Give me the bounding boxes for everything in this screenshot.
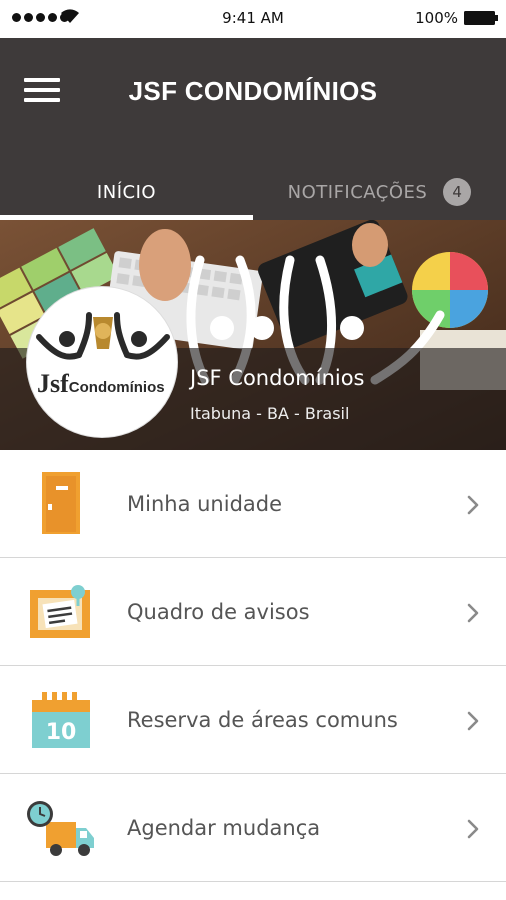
menu-item-label: Agendar mudança xyxy=(127,816,321,840)
menu-item-label: Reserva de áreas comuns xyxy=(127,708,398,732)
condo-logo: JsfCondomínios xyxy=(26,286,178,438)
logo-figures-icon xyxy=(36,312,170,360)
calendar-day-text: 10 xyxy=(46,720,77,745)
tab-inicio[interactable]: INÍCIO xyxy=(0,170,253,220)
moving-truck-icon xyxy=(27,801,94,856)
main-menu-list: Minha unidade Quadro de avisos 10 Reserv… xyxy=(0,450,506,882)
calendar-icon: 10 xyxy=(32,692,90,748)
app-header: JSF CONDOMÍNIOS INÍCIO NOTIFICAÇÕES 4 xyxy=(0,38,506,220)
chevron-right-icon xyxy=(467,603,479,623)
chevron-right-icon xyxy=(467,819,479,839)
menu-item-reserva-areas-comuns[interactable]: 10 Reserva de áreas comuns xyxy=(0,666,506,774)
app-title: JSF CONDOMÍNIOS xyxy=(128,76,378,106)
menu-item-agendar-mudanca[interactable]: Agendar mudança xyxy=(0,774,506,882)
notice-board-icon xyxy=(30,585,90,638)
logo-text-main: Jsf xyxy=(37,369,69,398)
condo-banner: JsfCondomínios JSF Condomínios Itabuna -… xyxy=(0,220,506,450)
battery-icon xyxy=(464,11,498,25)
condo-name: JSF Condomínios xyxy=(190,366,365,390)
condo-location: Itabuna - BA - Brasil xyxy=(190,404,350,423)
tab-notificacoes-label: NOTIFICAÇÕES xyxy=(287,181,428,203)
logo-wordmark: JsfCondomínios xyxy=(37,369,165,399)
notification-count-badge: 4 xyxy=(443,178,472,206)
door-icon xyxy=(42,472,80,534)
menu-item-label: Quadro de avisos xyxy=(127,600,310,624)
menu-item-label: Minha unidade xyxy=(127,492,283,516)
menu-item-minha-unidade[interactable]: Minha unidade xyxy=(0,450,506,558)
chevron-right-icon xyxy=(467,711,479,731)
tab-inicio-label: INÍCIO xyxy=(96,181,157,203)
chevron-right-icon xyxy=(467,495,479,515)
battery-percent: 100% xyxy=(415,9,458,27)
menu-item-quadro-de-avisos[interactable]: Quadro de avisos xyxy=(0,558,506,666)
logo-text-sub: Condomínios xyxy=(68,379,165,396)
status-bar: 9:41 AM 100% xyxy=(0,0,506,38)
tab-bar: INÍCIO NOTIFICAÇÕES 4 xyxy=(0,170,506,220)
tab-notificacoes[interactable]: NOTIFICAÇÕES 4 xyxy=(253,170,506,220)
